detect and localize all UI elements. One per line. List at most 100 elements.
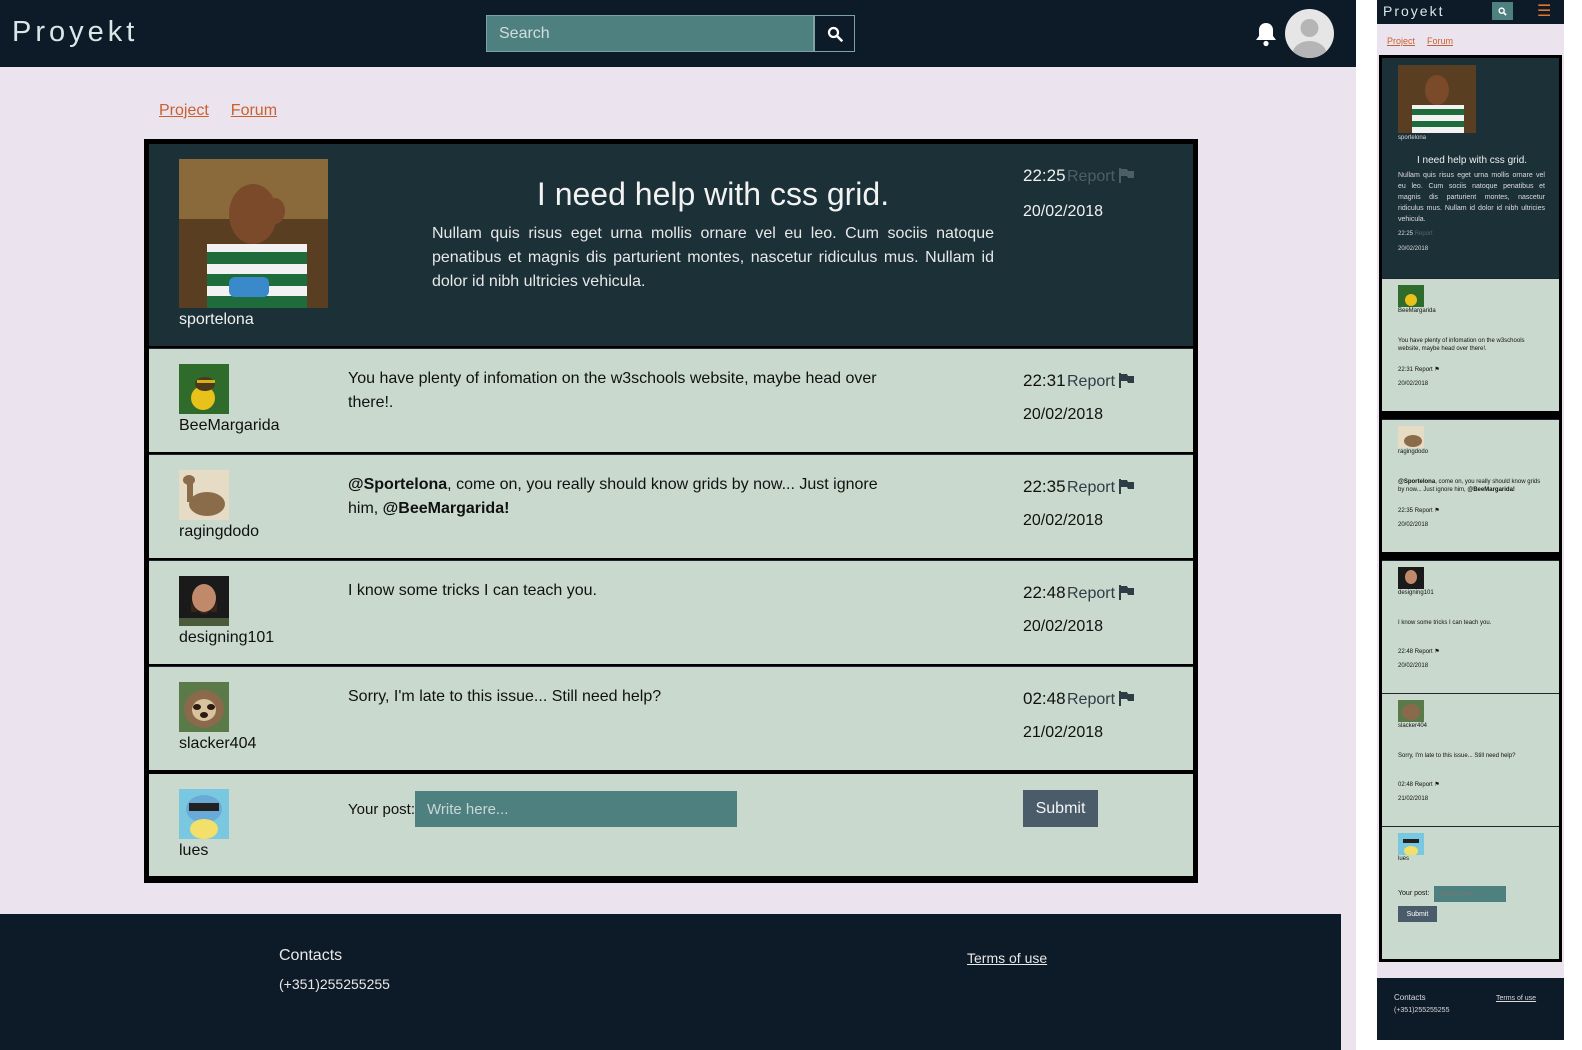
breadcrumb-forum[interactable]: Forum	[231, 102, 277, 119]
mention[interactable]: @Sportelona	[1398, 479, 1435, 485]
reply-username[interactable]: BeeMargarida	[1398, 308, 1436, 314]
mobile-view: Proyekt ☰ Project Forum sportelona I need…	[1377, 0, 1564, 1040]
mobile-breadcrumb: Project Forum	[1387, 36, 1465, 46]
desktop-view: Proyekt Project Forum sportelona I need h…	[0, 0, 1356, 1050]
terms-link[interactable]: Terms of use	[1496, 995, 1536, 1002]
post-time-row: 22:25 Report	[1398, 231, 1433, 237]
mobile-search-button[interactable]	[1492, 2, 1513, 20]
reply-date: 20/02/2018	[1023, 618, 1104, 635]
reply-time: 22:35	[1398, 508, 1414, 514]
reply-avatar[interactable]	[179, 576, 229, 626]
search-icon	[1498, 6, 1507, 16]
reply-avatar[interactable]	[179, 470, 229, 520]
reply-avatar[interactable]	[1398, 700, 1424, 722]
report-button[interactable]: Report	[1415, 782, 1433, 788]
reply-time-row: 22:48 Report ⚑	[1398, 649, 1440, 655]
bell-icon[interactable]	[1255, 21, 1277, 47]
reply-date: 20/02/2018	[1398, 381, 1429, 387]
search-button[interactable]	[814, 15, 855, 52]
reply-username[interactable]: designing101	[1398, 590, 1434, 596]
reply-item: slacker404 Sorry, I'm late to this issue…	[149, 666, 1193, 770]
report-button[interactable]: Report	[1415, 367, 1433, 373]
mobile-logo[interactable]: Proyekt	[1383, 3, 1444, 19]
post-time: 22:25	[1398, 231, 1414, 237]
reply-time: 22:31	[1398, 367, 1414, 373]
composer-username[interactable]: lues	[1398, 856, 1409, 862]
reply-text: I know some tricks I can teach you.	[1398, 620, 1492, 626]
reply-avatar[interactable]	[179, 364, 229, 414]
reply-username[interactable]: ragingdodo	[179, 523, 259, 541]
reply-avatar[interactable]	[179, 682, 229, 732]
user-avatar[interactable]	[1285, 9, 1334, 58]
reply-username[interactable]: BeeMargarida	[179, 417, 280, 435]
mention[interactable]: @BeeMargarida!	[1467, 487, 1515, 493]
footer-phone: (+351)255255255	[1394, 1007, 1450, 1014]
composer-username[interactable]: lues	[179, 842, 208, 860]
reply-text: Sorry, I'm late to this issue... Still n…	[348, 688, 662, 705]
terms-link[interactable]: Terms of use	[967, 950, 1047, 966]
logo[interactable]: Proyekt	[12, 16, 138, 49]
reply-time-row: 02:48 Report ⚑	[1398, 782, 1440, 788]
report-button[interactable]: Report	[1415, 508, 1433, 514]
reply-date: 20/02/2018	[1023, 406, 1104, 423]
post-input[interactable]	[1434, 886, 1506, 902]
report-button[interactable]: Report	[1067, 691, 1135, 709]
reply-avatar[interactable]	[1398, 285, 1424, 307]
submit-button[interactable]: Submit	[1398, 906, 1437, 922]
footer: Contacts (+351)255255255 Terms of use	[0, 914, 1341, 1050]
report-button[interactable]: Report	[1067, 168, 1135, 186]
mobile-reply-composer: lues Your post: Submit	[1382, 826, 1559, 959]
op-username[interactable]: sportelona	[1398, 135, 1426, 141]
post-time: 22:25	[1023, 166, 1066, 185]
mention[interactable]: @Sportelona	[348, 476, 447, 493]
report-button[interactable]: Report	[1415, 649, 1433, 655]
flag-icon	[1119, 585, 1135, 600]
breadcrumb: Project Forum	[159, 102, 299, 120]
reply-text: @Sportelona, come on, you really should …	[1398, 478, 1548, 494]
reply-date: 21/02/2018	[1023, 724, 1104, 741]
report-label: Report	[1067, 373, 1116, 390]
reply-date: 20/02/2018	[1398, 522, 1429, 528]
reply-username[interactable]: ragingdodo	[1398, 449, 1428, 455]
mobile-reply-item: designing101 I know some tricks I can te…	[1382, 560, 1559, 693]
mobile-footer: Contacts (+351)255255255 Terms of use	[1377, 978, 1564, 1040]
top-navbar: Proyekt	[0, 0, 1356, 67]
submit-button[interactable]: Submit	[1023, 790, 1098, 827]
reply-username[interactable]: slacker404	[179, 735, 256, 753]
footer-phone: (+351)255255255	[279, 976, 390, 992]
reply-date: 21/02/2018	[1398, 796, 1429, 802]
report-button[interactable]: Report	[1415, 231, 1433, 237]
composer-avatar[interactable]	[1398, 833, 1424, 855]
report-button[interactable]: Report	[1067, 585, 1135, 603]
reply-avatar[interactable]	[1398, 567, 1424, 589]
reply-text: @Sportelona, come on, you really should …	[348, 473, 908, 521]
flag-icon	[1119, 373, 1135, 388]
composer-avatar[interactable]	[179, 789, 229, 839]
breadcrumb-project[interactable]: Project	[1387, 36, 1415, 46]
post-input[interactable]	[415, 791, 737, 827]
reply-time: 22:48	[1023, 583, 1066, 602]
reply-time-row: 22:31 Report ⚑	[1398, 367, 1440, 373]
op-avatar[interactable]	[1398, 65, 1476, 133]
mention[interactable]: @BeeMargarida!	[383, 500, 510, 517]
breadcrumb-forum[interactable]: Forum	[1427, 36, 1453, 46]
reply-username[interactable]: slacker404	[1398, 723, 1427, 729]
reply-time: 02:48	[1398, 782, 1414, 788]
flag-icon	[1119, 168, 1135, 183]
reply-item: BeeMargarida You have plenty of infomati…	[149, 348, 1193, 452]
hamburger-icon[interactable]: ☰	[1537, 1, 1551, 21]
reply-composer: lues Your post: Submit	[149, 772, 1193, 876]
report-label: Report	[1067, 691, 1116, 708]
op-avatar[interactable]	[179, 159, 328, 308]
flag-icon	[1119, 691, 1135, 706]
reply-username[interactable]: designing101	[179, 629, 274, 647]
report-button[interactable]: Report	[1067, 479, 1135, 497]
report-button[interactable]: Report	[1067, 373, 1135, 391]
original-post: sportelona I need help with css grid. Nu…	[149, 144, 1193, 348]
reply-avatar[interactable]	[1398, 426, 1424, 448]
search-input[interactable]	[486, 15, 814, 52]
breadcrumb-project[interactable]: Project	[159, 102, 209, 119]
reply-text: Sorry, I'm late to this issue... Still n…	[1398, 753, 1516, 759]
op-username[interactable]: sportelona	[179, 311, 254, 329]
report-label: Report	[1067, 585, 1116, 602]
